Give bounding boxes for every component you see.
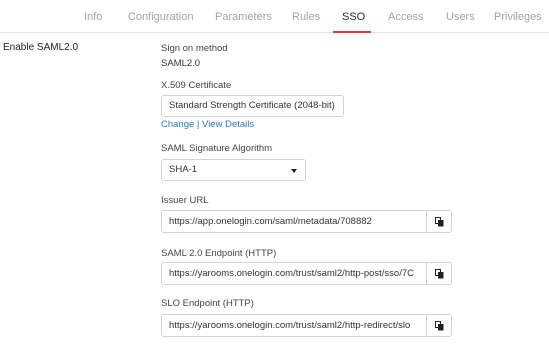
caret-down-icon [291,169,297,173]
tab-parameters[interactable]: Parameters [215,11,272,23]
signature-algorithm-label: SAML Signature Algorithm [161,143,273,154]
issuer-url-field: https://app.onelogin.com/saml/metadata/7… [161,210,452,233]
view-details-link[interactable]: View Details [202,119,254,130]
signature-algorithm-select[interactable]: SHA-1 [161,159,306,181]
clipboard-icon [435,217,444,227]
change-certificate-link[interactable]: Change [161,119,194,130]
tab-access[interactable]: Access [388,11,423,23]
tab-users[interactable]: Users [446,11,475,23]
issuer-url-label: Issuer URL [161,195,209,206]
certificate-links: Change | View Details [161,119,254,130]
saml-endpoint-field: https://yarooms.onelogin.com/trust/saml2… [161,262,452,285]
active-tab-indicator [333,31,371,33]
tab-rules[interactable]: Rules [292,11,320,23]
copy-saml-endpoint-button[interactable] [426,262,452,285]
tab-privileges[interactable]: Privileges [494,11,542,23]
section-label: Enable SAML2.0 [3,42,79,53]
slo-endpoint-label: SLO Endpoint (HTTP) [161,298,254,309]
certificate-label: X.509 Certificate [161,80,232,91]
signature-algorithm-value: SHA-1 [169,164,197,175]
copy-issuer-url-button[interactable] [426,210,452,233]
slo-endpoint-input[interactable]: https://yarooms.onelogin.com/trust/saml2… [161,314,427,337]
tab-bar: Info Configuration Parameters Rules SSO … [0,0,549,33]
certificate-field[interactable]: Standard Strength Certificate (2048-bit) [161,95,344,117]
clipboard-icon [435,269,444,279]
tab-configuration[interactable]: Configuration [128,11,193,23]
sign-on-method-label: Sign on method [161,43,228,54]
slo-endpoint-field: https://yarooms.onelogin.com/trust/saml2… [161,314,452,337]
clipboard-icon [435,321,444,331]
sign-on-method-value: SAML2.0 [161,58,201,69]
saml-endpoint-input[interactable]: https://yarooms.onelogin.com/trust/saml2… [161,262,427,285]
copy-slo-endpoint-button[interactable] [426,314,452,337]
issuer-url-input[interactable]: https://app.onelogin.com/saml/metadata/7… [161,210,427,233]
tab-info[interactable]: Info [84,11,102,23]
link-separator: | [196,119,200,130]
tab-sso[interactable]: SSO [342,11,365,23]
saml-endpoint-label: SAML 2.0 Endpoint (HTTP) [161,248,277,259]
